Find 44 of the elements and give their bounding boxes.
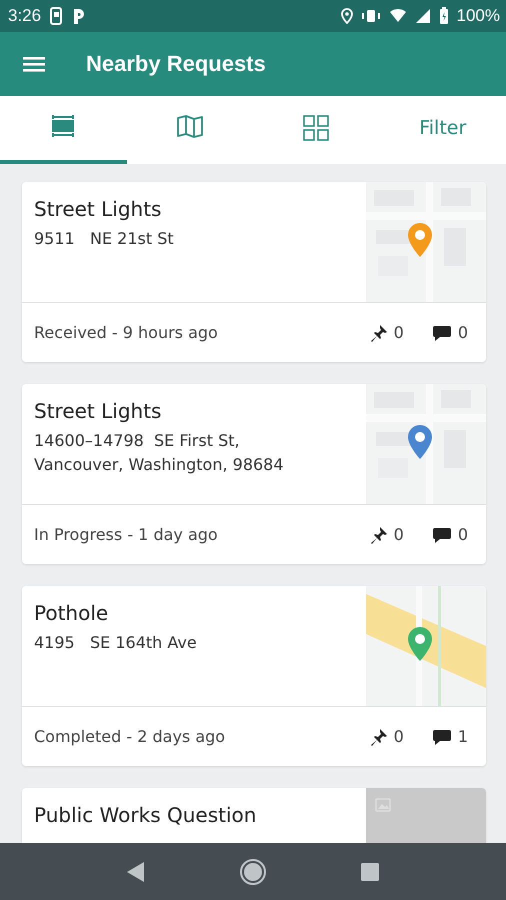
- request-card[interactable]: Street Lights 14600–14798 SE First St, Vancouver, Washington, 98684 In Progress - 1 day ago 0 0: [22, 384, 486, 564]
- recent-apps-icon[interactable]: [360, 862, 380, 882]
- comment-icon: [432, 728, 452, 746]
- request-status: Completed - 2 days ago: [34, 727, 226, 746]
- request-title: Pothole: [34, 601, 110, 625]
- pin-icon: [370, 526, 388, 544]
- pin-count: 0: [394, 727, 404, 746]
- battery-percentage: 100%: [456, 6, 500, 26]
- home-icon[interactable]: [238, 858, 267, 886]
- comment-count: 0: [458, 323, 468, 342]
- request-card[interactable]: Public Works Question: [22, 788, 486, 843]
- comment-icon: [432, 526, 452, 544]
- map-icon: [176, 115, 203, 141]
- view-tab[interactable]: Filter: [380, 96, 506, 164]
- signal-icon: [414, 8, 431, 24]
- menu-icon[interactable]: [22, 54, 46, 74]
- location-icon: [340, 8, 353, 24]
- request-title: Street Lights: [34, 399, 162, 423]
- request-status: Received - 9 hours ago: [34, 323, 219, 342]
- request-title: Public Works Question: [34, 803, 258, 827]
- app-title: Nearby Requests: [86, 51, 266, 77]
- comment-count: 0: [458, 525, 468, 544]
- request-card[interactable]: Street Lights 9511 NE 21st St Received - 9 hours ago 0 0: [22, 182, 486, 362]
- parking-icon: [71, 7, 86, 25]
- grid-icon: [303, 115, 330, 141]
- pin-icon: [370, 728, 388, 746]
- wifi-icon: [388, 8, 407, 24]
- request-title: Street Lights: [34, 197, 162, 221]
- comment-count: 1: [458, 727, 468, 746]
- status-time: 3:26: [8, 6, 42, 26]
- request-card[interactable]: Pothole 4195 SE 164th Ave Completed - 2 days ago 0 1: [22, 586, 486, 766]
- pin-count: 0: [394, 323, 404, 342]
- back-icon[interactable]: [126, 860, 146, 882]
- battery-icon: [438, 7, 449, 25]
- pin-icon: [370, 324, 388, 342]
- comment-icon: [432, 324, 452, 342]
- request-address: 4195 SE 164th Ave: [34, 632, 198, 654]
- pin-count: 0: [394, 525, 404, 544]
- request-status: In Progress - 1 day ago: [34, 525, 219, 544]
- request-address: 14600–14798 SE First St,: [34, 430, 241, 452]
- request-address: 9511 NE 21st St: [34, 228, 175, 250]
- vibrate-icon: [360, 8, 381, 24]
- phone-notification-icon: [49, 7, 64, 25]
- request-address: Vancouver, Washington, 98684: [34, 454, 285, 476]
